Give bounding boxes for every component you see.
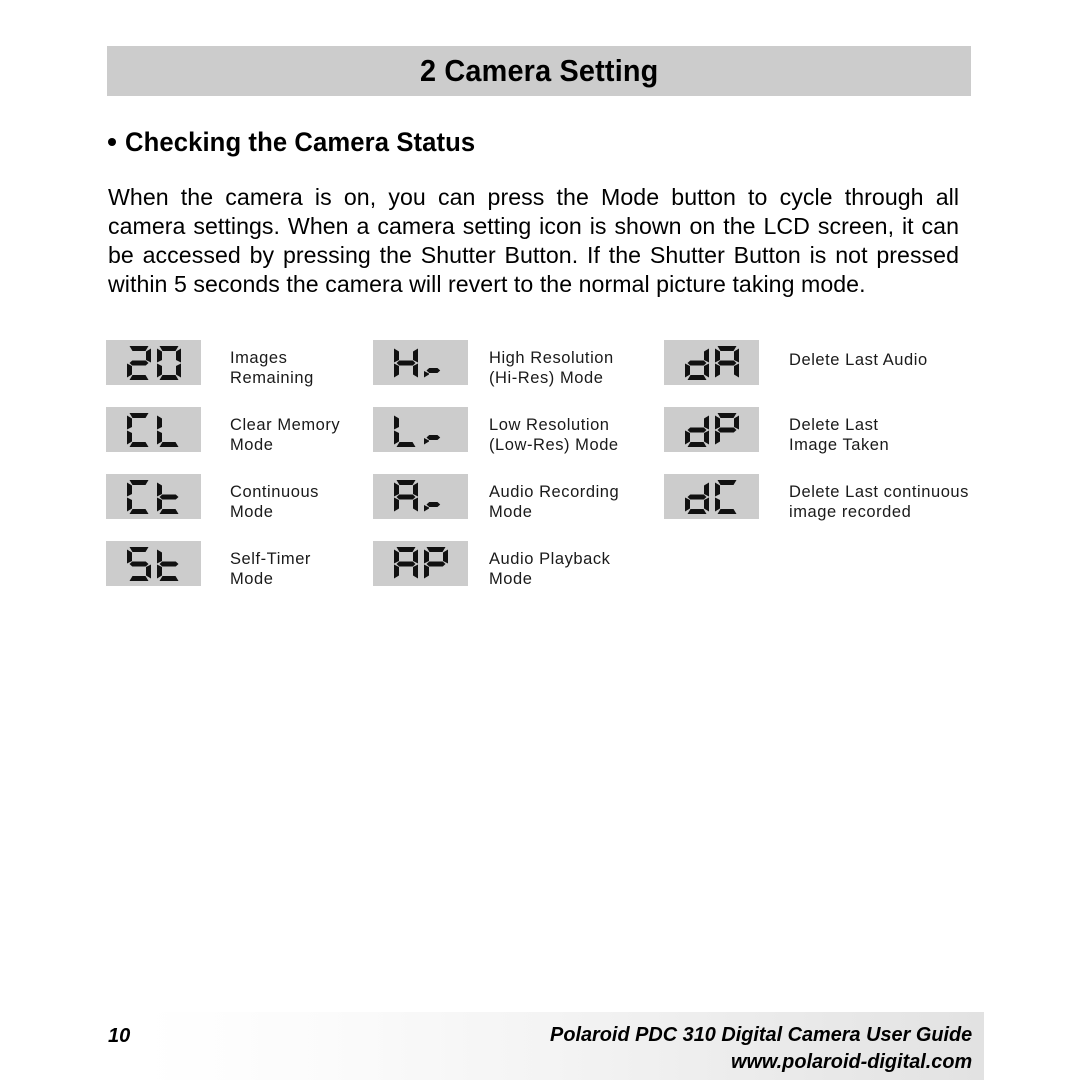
bullet-dot-icon <box>108 138 116 146</box>
lcd-icon-Ar <box>373 474 468 519</box>
status-icon-row: Continuous Mode Audio Recording Mode Delet… <box>106 474 986 541</box>
status-icon-row: Images Remaining High Resolution (Hi-Res)… <box>106 340 986 407</box>
status-icon-entry: Delete Last continuous image recorded <box>664 474 984 522</box>
lcd-icon-St <box>106 541 201 586</box>
status-icon-row: Self-Timer Mode Audio Playback Mode <box>106 541 986 608</box>
chapter-title: 2 Camera Setting <box>419 53 659 88</box>
status-icon-entry: Images Remaining <box>106 340 386 388</box>
status-icon-entry: High Resolution (Hi-Res) Mode <box>373 340 653 388</box>
status-icon-entry: Delete Last Audio <box>664 340 984 385</box>
section-body-text: When the camera is on, you can press the… <box>108 183 960 297</box>
status-icon-entry: Audio Playback Mode <box>373 541 653 589</box>
status-icon-label: Delete Last Audio <box>789 351 928 369</box>
chapter-header-band: 2 Camera Setting <box>107 46 971 96</box>
status-icon-entry: Self-Timer Mode <box>106 541 386 589</box>
lcd-icon-AP <box>373 541 468 586</box>
lcd-icon-Ct <box>106 474 201 519</box>
page-number: 10 <box>108 1025 131 1047</box>
status-icon-label: High Resolution (Hi-Res) Mode <box>489 349 614 387</box>
lcd-icon-CL <box>106 407 201 452</box>
status-icon-label: Self-Timer Mode <box>230 550 311 588</box>
status-icon-label: Clear Memory Mode <box>230 416 341 454</box>
status-icon-label: Images Remaining <box>230 349 314 387</box>
status-icon-label: Delete Last Image Taken <box>789 416 890 454</box>
status-icon-label: Low Resolution (Low-Res) Mode <box>489 416 619 454</box>
lcd-icon-dC <box>664 474 759 519</box>
status-icon-row: Clear Memory Mode Low Resolution (Low-Res… <box>106 407 986 474</box>
status-icon-grid: Images Remaining High Resolution (Hi-Res)… <box>106 340 986 608</box>
status-icon-entry: Clear Memory Mode <box>106 407 386 455</box>
lcd-icon-Lr <box>373 407 468 452</box>
status-icon-entry: Audio Recording Mode <box>373 474 653 522</box>
footer-credit: Polaroid PDC 310 Digital Camera User Gui… <box>537 1021 972 1075</box>
status-icon-label: Continuous Mode <box>230 483 319 521</box>
lcd-icon-dP <box>664 407 759 452</box>
status-icon-entry: Continuous Mode <box>106 474 386 522</box>
section-heading: Checking the Camera Status <box>108 127 494 158</box>
status-icon-entry: Low Resolution (Low-Res) Mode <box>373 407 653 455</box>
lcd-icon-20 <box>106 340 201 385</box>
manual-page: 2 Camera Setting Checking the Camera Sta… <box>0 0 1080 1080</box>
section-heading-label: Checking the Camera Status <box>125 127 476 157</box>
status-icon-label: Audio Playback Mode <box>489 550 611 588</box>
lcd-icon-dA <box>664 340 759 385</box>
lcd-icon-Hr <box>373 340 468 385</box>
page-footer: 10 Polaroid PDC 310 Digital Camera User … <box>0 1012 1080 1080</box>
footer-website[interactable]: www.polaroid-digital.com <box>550 1048 972 1075</box>
status-icon-label: Delete Last continuous image recorded <box>789 483 969 521</box>
status-icon-entry: Delete Last Image Taken <box>664 407 984 455</box>
status-icon-label: Audio Recording Mode <box>489 483 620 521</box>
footer-product-line: Polaroid PDC 310 Digital Camera User Gui… <box>549 1023 972 1046</box>
